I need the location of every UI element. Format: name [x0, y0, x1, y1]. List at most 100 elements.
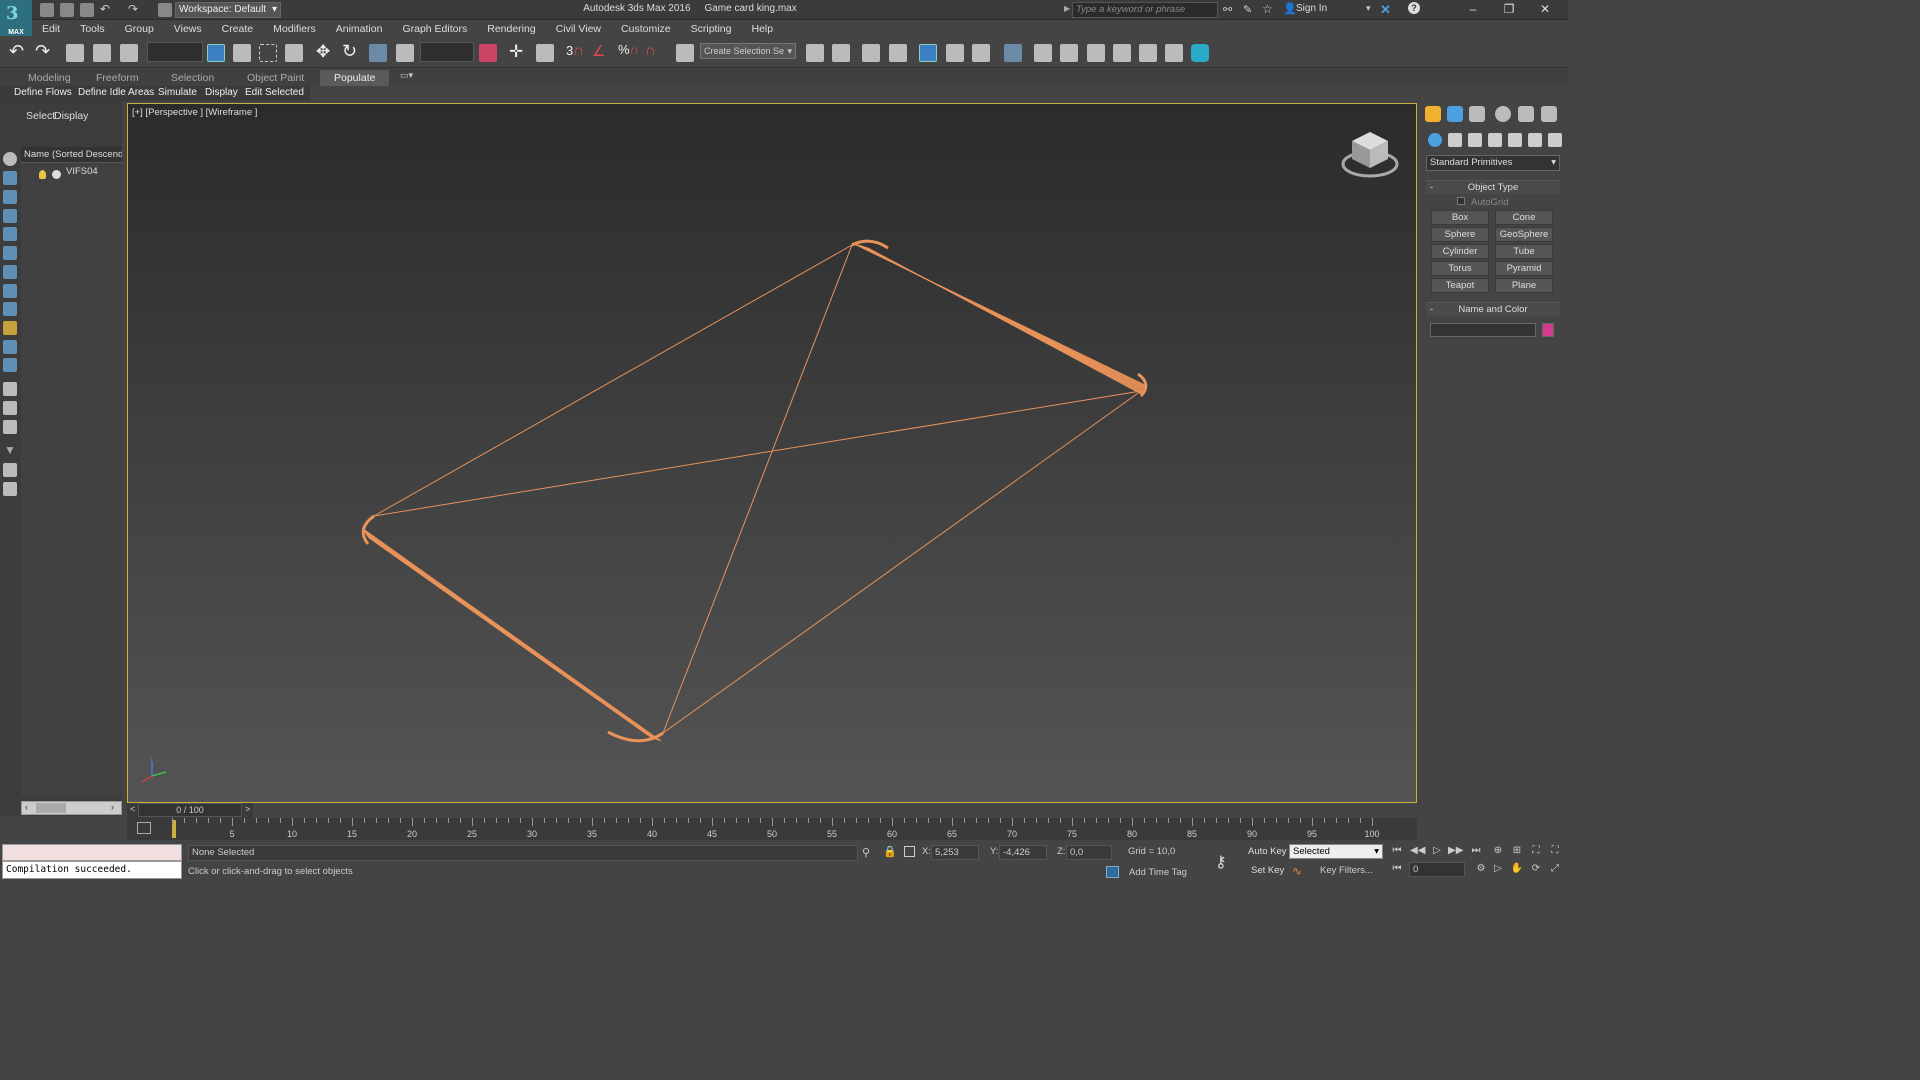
perspective-viewport[interactable]: [+] [Perspective ] [Wireframe ] z: [127, 103, 1417, 803]
save-file-icon[interactable]: [80, 3, 94, 17]
restore-icon[interactable]: ❐: [1494, 2, 1524, 18]
sub-tab-display[interactable]: Display: [201, 86, 242, 101]
menu-rendering[interactable]: Rendering: [477, 23, 545, 35]
box-button[interactable]: Box: [1431, 210, 1489, 225]
previous-frame-icon[interactable]: ◀◀: [1410, 844, 1425, 858]
scene-explorer-icon[interactable]: [919, 44, 937, 62]
material-editor-icon[interactable]: [1004, 44, 1022, 62]
torus-button[interactable]: Torus: [1431, 261, 1489, 276]
tab-object-paint[interactable]: Object Paint: [247, 70, 304, 86]
reference-coordinate-dropdown[interactable]: [420, 42, 474, 62]
maxscript-output[interactable]: Compilation succeeded.: [2, 861, 182, 879]
default-tangents-icon[interactable]: ∿: [1292, 864, 1302, 878]
primitive-category-dropdown[interactable]: Standard Primitives ▾: [1426, 155, 1560, 171]
angle-snap-icon[interactable]: ∠: [592, 42, 605, 60]
y-coordinate-field[interactable]: -4,426: [999, 845, 1047, 860]
set-key-button[interactable]: Set Key: [1251, 865, 1284, 876]
menu-customize[interactable]: Customize: [611, 23, 681, 35]
render-iterative-icon[interactable]: [1113, 44, 1131, 62]
rotate-icon[interactable]: ↻: [342, 41, 357, 62]
unlink-icon[interactable]: [93, 44, 111, 62]
workspace-dropdown[interactable]: Workspace: Default ▾: [175, 2, 281, 18]
undo-icon[interactable]: ↶: [9, 41, 24, 62]
select-none-icon[interactable]: [3, 152, 17, 166]
app-logo[interactable]: 3 MAX: [0, 0, 32, 36]
scroll-right-icon[interactable]: ›: [111, 802, 114, 812]
card-wireframe[interactable]: [128, 104, 1417, 803]
display-frozen-icon[interactable]: [3, 358, 17, 372]
next-frame-icon[interactable]: ▶▶: [1448, 844, 1463, 858]
key-filters-button[interactable]: Key Filters...: [1320, 865, 1373, 876]
isolate-selection-icon[interactable]: ⚲: [862, 846, 870, 859]
selection-lock-icon[interactable]: 🔒: [883, 845, 897, 858]
menu-create[interactable]: Create: [212, 23, 264, 35]
menu-scripting[interactable]: Scripting: [681, 23, 742, 35]
rendered-frame-window-icon[interactable]: [1060, 44, 1078, 62]
key-mode-toggle-icon[interactable]: ⏮: [1390, 862, 1404, 876]
toggle-ribbon-icon[interactable]: [889, 44, 907, 62]
menu-graph-editors[interactable]: Graph Editors: [392, 23, 477, 35]
explorer-column-header[interactable]: Name (Sorted Descendin: [21, 147, 122, 163]
scroll-thumb[interactable]: [36, 803, 66, 813]
bind-space-warp-icon[interactable]: [120, 44, 138, 62]
scale-icon[interactable]: [369, 44, 387, 62]
maximize-viewport-icon[interactable]: ⤢: [1548, 862, 1562, 876]
prev-frame-icon[interactable]: <: [130, 804, 135, 814]
time-tag-icon[interactable]: [1106, 866, 1119, 878]
hierarchy-tab-icon[interactable]: [1469, 106, 1485, 122]
chevron-down-icon[interactable]: ▾: [1366, 3, 1371, 14]
zoom-extents-all-icon[interactable]: ⛶: [1548, 844, 1562, 858]
sub-tab-simulate[interactable]: Simulate: [154, 86, 201, 101]
select-by-name-icon[interactable]: [233, 44, 251, 62]
link-icon[interactable]: [66, 44, 84, 62]
project-folder-icon[interactable]: [158, 3, 172, 17]
track-bar[interactable]: 5 10 15 20 25 30 35 40 45 50 55 60 65 70 75 80 85 90 95 100: [127, 818, 1417, 840]
select-manipulate-icon[interactable]: ✛: [509, 42, 523, 62]
sub-tab-define-idle-areas[interactable]: Define Idle Areas: [74, 86, 158, 101]
tab-modeling[interactable]: Modeling: [28, 70, 71, 86]
menu-views[interactable]: Views: [164, 23, 212, 35]
pivot-center-icon[interactable]: [479, 44, 497, 62]
align-icon[interactable]: [832, 44, 850, 62]
object-type-rollout[interactable]: - Object Type: [1426, 180, 1560, 194]
display-bones-icon[interactable]: [3, 321, 17, 335]
orbit-icon[interactable]: ⟳: [1529, 862, 1543, 876]
ribbon-options-icon[interactable]: ▭▾: [400, 70, 413, 81]
list-item[interactable]: VIFS04: [21, 165, 122, 179]
percent-snap-icon[interactable]: %∩: [618, 42, 639, 57]
field-of-view-icon[interactable]: ▷: [1491, 862, 1505, 876]
object-color-swatch[interactable]: [1542, 323, 1554, 337]
pyramid-button[interactable]: Pyramid: [1495, 261, 1553, 276]
menu-tools[interactable]: Tools: [70, 23, 115, 35]
display-groups-icon[interactable]: [3, 284, 17, 298]
lights-icon[interactable]: [1468, 133, 1482, 147]
next-frame-icon[interactable]: >: [245, 804, 250, 814]
schematic-view-icon[interactable]: [972, 44, 990, 62]
x-coordinate-field[interactable]: 5,253: [931, 845, 979, 860]
exchange-apps-icon[interactable]: ✕: [1380, 2, 1391, 18]
display-shapes-icon[interactable]: [3, 190, 17, 204]
go-to-end-icon[interactable]: ⏭: [1469, 844, 1483, 858]
sign-in-link[interactable]: Sign In: [1296, 3, 1327, 14]
toggle-layer-explorer-icon[interactable]: [862, 44, 880, 62]
key-mode-icon[interactable]: ⚷: [1215, 852, 1227, 872]
rectangular-selection-icon[interactable]: [259, 44, 277, 62]
favorites-star-icon[interactable]: ☆: [1262, 2, 1273, 16]
explorer-scrollbar[interactable]: ‹ ›: [21, 801, 122, 815]
place-icon[interactable]: [396, 44, 414, 62]
tab-selection[interactable]: Selection: [171, 70, 214, 86]
menu-modifiers[interactable]: Modifiers: [263, 23, 326, 35]
absolute-mode-icon[interactable]: [904, 846, 915, 857]
render-production-icon[interactable]: [1087, 44, 1105, 62]
key-set-dropdown[interactable]: Selected ▾: [1289, 844, 1383, 859]
add-time-tag[interactable]: Add Time Tag: [1129, 867, 1187, 878]
help-icon[interactable]: ?: [1408, 2, 1420, 14]
mirror-icon[interactable]: [806, 44, 824, 62]
geometry-icon[interactable]: [1428, 133, 1442, 147]
redo-icon[interactable]: ↷: [128, 2, 138, 16]
time-configuration-icon[interactable]: ⚙: [1474, 862, 1488, 876]
zoom-icon[interactable]: ⊕: [1491, 844, 1505, 858]
display-lights-icon[interactable]: [3, 209, 17, 223]
maxscript-listener-input[interactable]: [2, 844, 182, 861]
explorer-tab-select[interactable]: Select: [26, 110, 55, 122]
